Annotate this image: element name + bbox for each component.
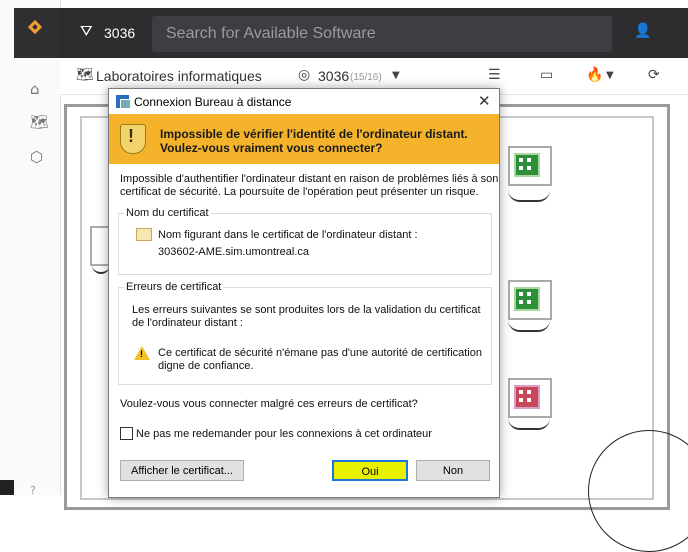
checkbox-label[interactable]: Ne pas me redemander pour les connexions… [136, 427, 432, 441]
cert-name-line-2: 303602-AME.sim.umontreal.ca [158, 246, 310, 258]
pin-icon: ◎ [298, 67, 311, 83]
cert-name-line-1: Nom figurant dans le certificat de l'ord… [158, 229, 418, 241]
filter-count[interactable]: 3036 [104, 25, 135, 41]
refresh-icon[interactable]: ⟳ [648, 67, 660, 83]
no-button[interactable]: Non [416, 460, 490, 481]
errors-intro-line-2: de l'ordinateur distant : [132, 317, 243, 329]
warning-mark: ! [140, 349, 143, 359]
map-small-icon: 🗺 [76, 67, 94, 83]
remote-desktop-icon-screen [120, 99, 131, 109]
cube-icon[interactable]: ⬡ [30, 148, 43, 166]
windows-icon [514, 385, 540, 409]
search-placeholder: Search for Available Software [166, 25, 376, 42]
error-line-2: digne de confiance. [158, 360, 254, 372]
shield-mark: ! [128, 126, 134, 146]
show-certificate-button[interactable]: Afficher le certificat... [120, 460, 244, 481]
home-icon[interactable]: ⌂ [30, 80, 40, 98]
help-icon[interactable]: ? [30, 484, 36, 497]
errors-intro-line-1: Les erreurs suivantes se sont produites … [132, 304, 481, 316]
corner-block [0, 480, 14, 495]
user-icon[interactable]: 👤 [634, 23, 651, 39]
left-rail [0, 0, 61, 495]
error-line-1: Ce certificat de sécurité n'émane pas d'… [158, 347, 482, 359]
intro-line-2: certificat de sécurité. La poursuite de … [120, 186, 479, 198]
map-icon[interactable]: 🗺 [30, 113, 49, 131]
logo-area[interactable] [14, 8, 60, 58]
banner-line-2: Voulez-vous vraiment vous connecter? [160, 141, 383, 155]
windows-icon [514, 287, 540, 311]
location-label[interactable]: Laboratoires informatiques [96, 68, 262, 84]
room-count: (15/16) [350, 72, 382, 83]
errors-group-label: Erreurs de certificat [124, 281, 224, 293]
cert-name-group [118, 213, 492, 275]
chair [508, 190, 550, 202]
yes-button[interactable]: Oui [332, 460, 408, 481]
intro-line-1: Impossible d'authentifier l'ordinateur d… [120, 173, 499, 185]
cert-group-label: Nom du certificat [124, 207, 211, 219]
banner-line-1: Impossible de vérifier l'identité de l'o… [160, 127, 468, 141]
fire-icon[interactable]: 🔥 [586, 67, 603, 83]
certificate-icon [136, 228, 152, 241]
chevron-down-icon[interactable]: ▼ [392, 70, 400, 81]
filter-icon[interactable]: ⛛ [80, 22, 93, 40]
chair [508, 320, 550, 332]
question-text: Voulez-vous vous connecter malgré ces er… [120, 398, 418, 410]
chair [508, 418, 550, 430]
windows-icon [514, 153, 540, 177]
dont-ask-checkbox[interactable] [120, 427, 133, 440]
fire-chevron-icon[interactable]: ▼ [606, 70, 614, 81]
dialog-title: Connexion Bureau à distance [134, 95, 292, 109]
room-label[interactable]: 3036 [318, 68, 349, 84]
card-icon[interactable]: ▭ [540, 67, 553, 83]
close-icon[interactable]: ✕ [478, 92, 491, 110]
list-icon[interactable]: ☰ [488, 67, 501, 83]
